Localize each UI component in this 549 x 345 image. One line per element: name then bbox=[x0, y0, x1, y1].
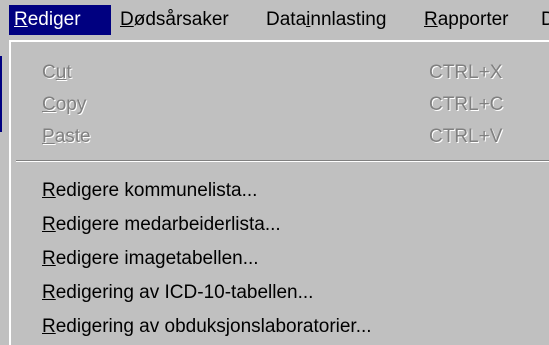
menu-item-label: Redigere medarbeiderlista... bbox=[42, 210, 281, 240]
menu-item-redigere-medarbeiderlista[interactable]: Redigere medarbeiderlista... bbox=[42, 210, 549, 240]
copy-accel: C bbox=[42, 94, 56, 115]
menu-dodsarsaker-accel: D bbox=[120, 9, 134, 30]
menu-datainnlasting-pre: Data bbox=[266, 9, 307, 30]
menu-item-paste-shortcut: CTRL+V bbox=[429, 126, 503, 147]
label-rest: edigere kommunelista... bbox=[55, 180, 258, 201]
menu-item-redigering-obduksjonslaboratorier[interactable]: Redigering av obduksjonslaboratorier... bbox=[42, 312, 549, 342]
menu-rediger[interactable]: Rediger bbox=[9, 5, 111, 35]
rediger-dropdown-menu: Cut CTRL+X Copy CTRL+C Paste CTRL+V Redi… bbox=[9, 40, 549, 345]
menu-item-label: Redigering av obduksjonslaboratorier... bbox=[42, 312, 372, 342]
accel-key: R bbox=[42, 214, 56, 235]
menu-dodsarsaker[interactable]: Dødsårsaker bbox=[120, 5, 229, 35]
menu-item-copy-label: Copy bbox=[42, 90, 86, 120]
menu-rapporter-rest: apporter bbox=[437, 9, 509, 30]
menu-item-redigering-icd10[interactable]: Redigering av ICD-10-tabellen... bbox=[42, 278, 549, 308]
menu-item-redigere-kommunelista[interactable]: Redigere kommunelista... bbox=[42, 176, 549, 206]
label-rest: edigering av obduksjonslaboratorier... bbox=[55, 316, 372, 337]
menu-rapporter[interactable]: Rapporter bbox=[424, 5, 509, 35]
menu-rediger-rest: ediger bbox=[27, 9, 81, 30]
menu-item-cut-label: Cut bbox=[42, 58, 72, 88]
menu-item-redigere-imagetabellen[interactable]: Redigere imagetabellen... bbox=[42, 244, 549, 274]
accel-key: R bbox=[42, 180, 56, 201]
paste-accel: P bbox=[42, 126, 55, 147]
menu-datainnlasting[interactable]: Datainnlasting bbox=[266, 5, 386, 35]
focus-marker bbox=[0, 56, 2, 132]
cut-rest: t bbox=[66, 62, 72, 83]
cut-accel: u bbox=[55, 62, 67, 83]
menu-item-label: Redigere kommunelista... bbox=[42, 176, 257, 206]
cut-pre: C bbox=[42, 62, 56, 83]
window-left-edge bbox=[0, 40, 4, 345]
menu-rediger-accel: R bbox=[14, 9, 28, 30]
menu-dodsarsaker-rest: ødsårsaker bbox=[133, 9, 229, 30]
menu-rapporter-accel: R bbox=[424, 9, 438, 30]
accel-key: R bbox=[42, 248, 56, 269]
menu-item-copy[interactable]: Copy CTRL+C bbox=[42, 90, 549, 120]
menu-item-paste[interactable]: Paste CTRL+V bbox=[42, 122, 549, 152]
menu-item-copy-shortcut: CTRL+C bbox=[429, 94, 504, 115]
menu-item-cut[interactable]: Cut CTRL+X bbox=[42, 58, 549, 88]
menu-item-paste-label: Paste bbox=[42, 122, 91, 152]
label-rest: edigere imagetabellen... bbox=[55, 248, 259, 269]
copy-rest: opy bbox=[55, 94, 87, 115]
paste-rest: aste bbox=[54, 126, 91, 147]
menu-truncated[interactable]: D bbox=[541, 5, 549, 35]
menu-item-cut-shortcut: CTRL+X bbox=[429, 62, 503, 83]
label-rest: edigere medarbeiderlista... bbox=[55, 214, 281, 235]
accel-key: R bbox=[42, 282, 56, 303]
menu-truncated-label: D bbox=[541, 9, 549, 30]
label-rest: edigering av ICD-10-tabellen... bbox=[55, 282, 314, 303]
menu-item-label: Redigere imagetabellen... bbox=[42, 244, 259, 274]
menu-bar: Rediger Dødsårsaker Datainnlasting Rappo… bbox=[0, 0, 549, 40]
accel-key: R bbox=[42, 316, 56, 337]
menu-separator bbox=[16, 160, 549, 162]
menu-datainnlasting-rest: nnlasting bbox=[310, 9, 387, 30]
menu-item-label: Redigering av ICD-10-tabellen... bbox=[42, 278, 313, 308]
